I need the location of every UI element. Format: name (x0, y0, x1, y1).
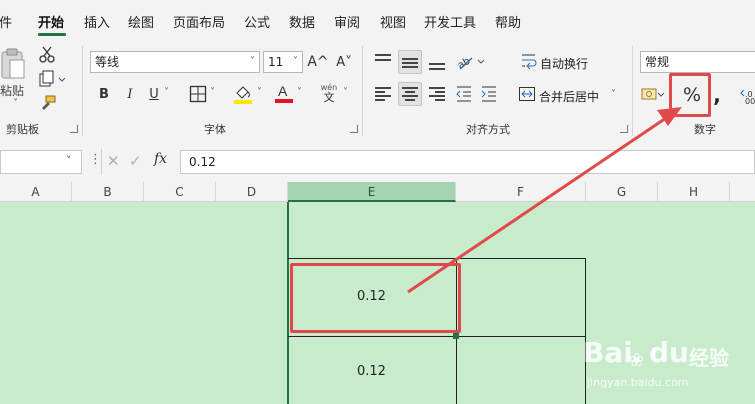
watermark: Bai ❀ du 经验 jingyan.baidu.com (583, 336, 755, 404)
watermark-url: jingyan.baidu.com (587, 376, 689, 389)
watermark-brand: Bai (583, 336, 633, 369)
watermark-cn: 经验 (689, 346, 729, 370)
watermark-brand-2: du (649, 336, 689, 369)
paw-icon: ❀ (629, 350, 645, 371)
